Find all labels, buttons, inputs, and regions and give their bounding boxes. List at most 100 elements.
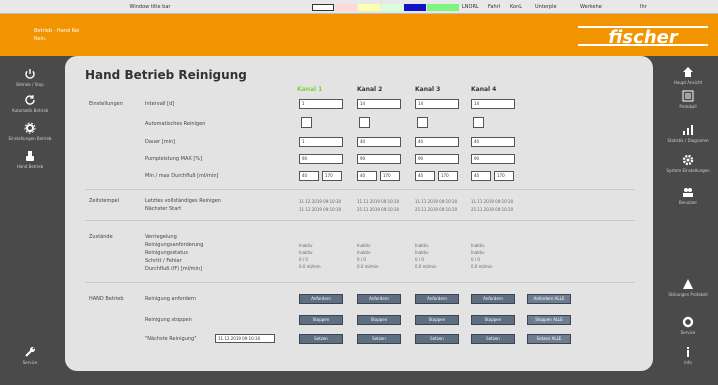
- config-icon: [682, 316, 694, 328]
- dauer-input-3[interactable]: 40: [415, 137, 459, 147]
- anfordern-alle-button[interactable]: Anfordern ALLE: [527, 294, 571, 304]
- topbar-item[interactable]: KonL: [510, 4, 522, 10]
- auto-reinigen-checkbox-3[interactable]: [417, 117, 428, 128]
- intervall-input-1[interactable]: 1: [299, 99, 343, 109]
- stoppen-alle-button[interactable]: Stoppen ALLE: [527, 315, 571, 325]
- pumpleistung-input-3[interactable]: 90: [415, 154, 459, 164]
- power-icon: [25, 69, 35, 79]
- stoppen-button-1[interactable]: Stoppen: [299, 315, 343, 325]
- swatch-blue[interactable]: [404, 4, 426, 11]
- dauer-input-4[interactable]: 40: [471, 137, 515, 147]
- page-title: Hand Betrieb Reinigung: [85, 68, 247, 82]
- sidebar-item-haupt[interactable]: Haupt Ansicht: [658, 66, 718, 85]
- sidebar-item-service[interactable]: Service: [0, 346, 60, 365]
- durchfluss-max-input-1[interactable]: 170: [322, 171, 342, 181]
- sidebar-item-system[interactable]: System Einstellungen: [658, 154, 718, 173]
- divider: [85, 189, 635, 190]
- right-sidebar: Haupt Ansicht Protokoll Statistik / Diag…: [658, 56, 718, 385]
- stoppen-button-4[interactable]: Stoppen: [471, 315, 515, 325]
- letztes-value-2: 11.11.2019 09:10:30: [357, 199, 400, 204]
- durchfluss-min-input-3[interactable]: 40: [415, 171, 435, 181]
- breadcrumb-sub: Rein.: [34, 36, 47, 42]
- setzen-alle-button[interactable]: Setzen ALLE: [527, 334, 571, 344]
- status-value: 0 / 0: [415, 257, 424, 262]
- info-icon: [687, 347, 689, 357]
- pumpleistung-input-1[interactable]: 90: [299, 154, 343, 164]
- stoppen-button-3[interactable]: Stoppen: [415, 315, 459, 325]
- swatch-lime[interactable]: [427, 4, 459, 11]
- letztes-value-3: 11.11.2019 09:10:30: [415, 199, 458, 204]
- durchfluss-max-input-3[interactable]: 170: [438, 171, 458, 181]
- sidebar-label: Hand Betrieb: [16, 164, 44, 169]
- status-value: Inaktiv: [471, 243, 485, 248]
- setzen-button-3[interactable]: Setzen: [415, 334, 459, 344]
- refresh-icon: [25, 95, 35, 105]
- system-bar: Window title bar LNORL Fahrl KonL Unterp…: [0, 0, 718, 14]
- sidebar-item-automatik[interactable]: Automatik Betrieb: [0, 94, 60, 113]
- sidebar-label: Service: [680, 330, 696, 335]
- sidebar-item-statistik[interactable]: Statistik / Diagramm: [658, 124, 718, 143]
- naechster-value-4: 25.11.2019 09:10:30: [471, 207, 514, 212]
- anfordern-button-1[interactable]: Anfordern: [299, 294, 343, 304]
- intervall-input-4[interactable]: 14: [471, 99, 515, 109]
- swatch-pink[interactable]: [335, 4, 357, 11]
- dauer-input-1[interactable]: 1: [299, 137, 343, 147]
- sidebar-label: Statistik / Diagramm: [667, 138, 709, 143]
- gear-icon: [682, 154, 694, 166]
- naechste-reinigung-input[interactable]: 11.12.2019 09:10:30: [215, 334, 275, 343]
- topbar-item[interactable]: Fahrl: [488, 4, 500, 10]
- anfordern-button-4[interactable]: Anfordern: [471, 294, 515, 304]
- list-icon: [682, 90, 694, 102]
- sidebar-item-service-right[interactable]: Service: [658, 316, 718, 335]
- intervall-input-3[interactable]: 14: [415, 99, 459, 109]
- chart-icon: [683, 125, 693, 135]
- sidebar-item-hand-betrieb[interactable]: Hand Betrieb: [0, 150, 60, 169]
- hand-icon: [26, 151, 34, 161]
- window-title: Window title bar: [129, 4, 171, 10]
- sidebar-item-einstellungen[interactable]: Einstellungen Betrieb: [0, 122, 60, 141]
- durchfluss-max-input-4[interactable]: 170: [494, 171, 514, 181]
- auto-reinigen-checkbox-2[interactable]: [359, 117, 370, 128]
- swatch-yellow[interactable]: [358, 4, 380, 11]
- label-reinigungsstatus: Reinigungsstatus: [145, 250, 188, 256]
- label-schritt-fehler: Schritt / Fehler: [145, 258, 182, 264]
- swatch-green[interactable]: [381, 4, 403, 11]
- status-value: 0 / 0: [357, 257, 366, 262]
- auto-reinigen-checkbox-4[interactable]: [473, 117, 484, 128]
- swatch-white[interactable]: [312, 4, 334, 11]
- topbar-item[interactable]: LNORL: [462, 4, 479, 10]
- breadcrumb: Betrieb · Hand Rei: [34, 28, 80, 34]
- anfordern-button-3[interactable]: Anfordern: [415, 294, 459, 304]
- durchfluss-min-input-2[interactable]: 40: [357, 171, 377, 181]
- sidebar-item-benutzer[interactable]: Benutzer: [658, 186, 718, 205]
- sidebar-label: Einstellungen Betrieb: [8, 136, 52, 141]
- durchfluss-max-input-2[interactable]: 170: [380, 171, 400, 181]
- topbar-item[interactable]: Werkehe: [580, 4, 602, 10]
- sidebar-item-info[interactable]: Info: [658, 346, 718, 365]
- dauer-input-2[interactable]: 40: [357, 137, 401, 147]
- setzen-button-1[interactable]: Setzen: [299, 334, 343, 344]
- sidebar-item-protokoll[interactable]: Protokoll: [658, 90, 718, 109]
- topbar-item[interactable]: Ihr: [640, 4, 647, 10]
- sidebar-label: Info: [684, 360, 692, 365]
- pumpleistung-input-4[interactable]: 90: [471, 154, 515, 164]
- label-pumpleistung: Pumpleistung MAX [%]: [145, 156, 203, 162]
- kanal-header-2: Kanal 2: [357, 86, 383, 93]
- sidebar-item-betrieb-stop[interactable]: Betrieb / Stop: [0, 68, 60, 87]
- durchfluss-min-input-4[interactable]: 40: [471, 171, 491, 181]
- intervall-input-2[interactable]: 14: [357, 99, 401, 109]
- anfordern-button-2[interactable]: Anfordern: [357, 294, 401, 304]
- stoppen-button-2[interactable]: Stoppen: [357, 315, 401, 325]
- sidebar-item-stoerungen[interactable]: Störungen Protokoll: [658, 278, 718, 297]
- auto-reinigen-checkbox-1[interactable]: [301, 117, 312, 128]
- setzen-button-2[interactable]: Setzen: [357, 334, 401, 344]
- sidebar-label: Service: [22, 360, 38, 365]
- durchfluss-min-input-1[interactable]: 40: [299, 171, 319, 181]
- label-dauer: Dauer [min]: [145, 139, 176, 145]
- letztes-value-1: 11.12.2019 09:10:30: [299, 199, 342, 204]
- pumpleistung-input-2[interactable]: 90: [357, 154, 401, 164]
- topbar-item[interactable]: Unterple: [535, 4, 557, 10]
- setzen-button-4[interactable]: Setzen: [471, 334, 515, 344]
- section-zustaende: Zustände: [89, 234, 113, 240]
- label-durchfluss-if: Durchfluß (IF) [ml/min]: [145, 266, 203, 272]
